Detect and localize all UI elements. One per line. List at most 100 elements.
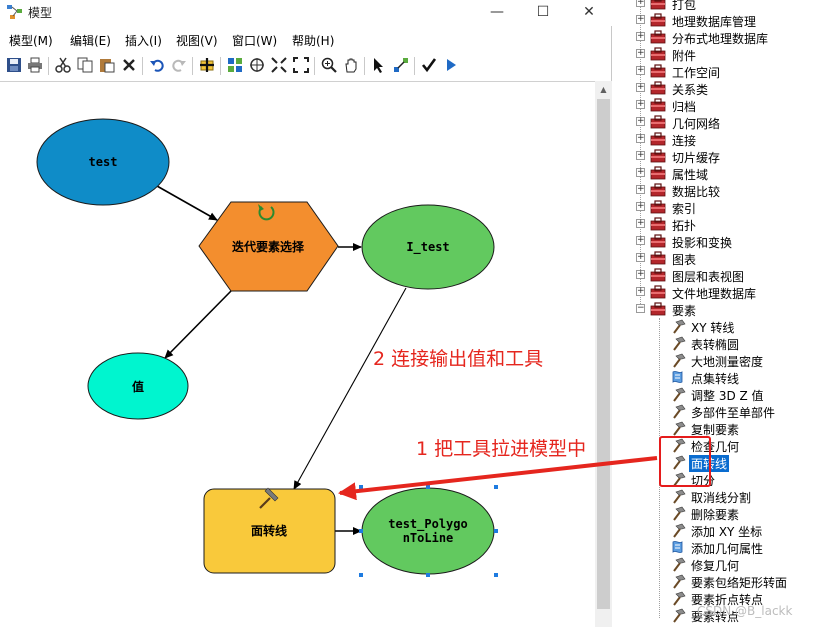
toolset-row[interactable]: + 几何网络 [612,114,814,131]
title-bar[interactable]: 模型 — ☐ ✕ [0,0,612,26]
menu-view[interactable]: 视图(V) [176,32,218,49]
tool-row[interactable]: 切分 [612,471,814,488]
expand-icon[interactable]: + [636,219,645,228]
zoom-in-icon[interactable] [318,54,340,76]
close-button[interactable]: ✕ [566,0,612,26]
toolset-row[interactable]: + 数据比较 [612,182,814,199]
tool-row[interactable]: 多部件至单部件 [612,403,814,420]
expand-icon[interactable]: + [636,270,645,279]
connector-test-to-iterator[interactable] [156,185,218,221]
tool-row[interactable]: 大地测量密度 [612,352,814,369]
expand-icon[interactable]: + [636,185,645,194]
pan-icon[interactable] [340,54,362,76]
select-icon[interactable] [368,54,390,76]
menu-window[interactable]: 窗口(W) [232,32,277,49]
tool-row[interactable]: 表转椭圆 [612,335,814,352]
tool-row[interactable]: 要素包络矩形转面 [612,573,814,590]
toolset-row[interactable]: + 图表 [612,250,814,267]
expand-icon[interactable]: + [636,236,645,245]
expand-icon[interactable]: + [636,0,645,7]
toolset-row[interactable]: + 属性域 [612,165,814,182]
tool-row[interactable]: 删除要素 [612,505,814,522]
delete-icon[interactable] [118,54,140,76]
expand-icon[interactable]: + [636,15,645,24]
redo-icon[interactable] [168,54,190,76]
full-extent-icon[interactable] [246,54,268,76]
expand-icon[interactable]: + [636,117,645,126]
node-tool-polygon-to-line[interactable]: 面转线 [203,487,336,574]
toolbox-icon [650,132,666,146]
toolset-row[interactable]: + 拓扑 [612,216,814,233]
print-icon[interactable] [24,54,46,76]
validate-icon[interactable] [418,54,440,76]
node-input-test[interactable]: test [36,118,170,206]
toolset-row[interactable]: − 要素 [612,301,814,318]
menu-insert[interactable]: 插入(I) [125,32,162,49]
expand-icon[interactable]: + [636,253,645,262]
tool-row[interactable]: 复制要素 [612,420,814,437]
tool-row[interactable]: XY 转线 [612,318,814,335]
expand-icon[interactable]: + [636,100,645,109]
menu-help[interactable]: 帮助(H) [292,32,334,49]
node-output-itest[interactable]: I_test [361,204,495,290]
tool-row[interactable]: 点集转线 [612,369,814,386]
maximize-button[interactable]: ☐ [520,0,566,26]
toolbox-icon [650,30,666,44]
tool-row[interactable]: 检查几何 [612,437,814,454]
toolset-row[interactable]: + 工作空间 [612,63,814,80]
save-icon[interactable] [3,54,25,76]
toolset-row[interactable]: + 图层和表视图 [612,267,814,284]
toolbar-separator [414,57,415,75]
expand-icon[interactable]: + [636,134,645,143]
expand-icon[interactable]: + [636,202,645,211]
expand-icon[interactable]: + [636,287,645,296]
node-output-polygon-to-line[interactable]: test_Polygo nToLine [359,485,498,577]
run-icon[interactable] [440,54,462,76]
paste-icon[interactable] [96,54,118,76]
toolset-row[interactable]: + 投影和变换 [612,233,814,250]
auto-layout-icon[interactable] [224,54,246,76]
toolset-row[interactable]: + 归档 [612,97,814,114]
tool-row[interactable]: 修复几何 [612,556,814,573]
expand-icon[interactable]: + [636,32,645,41]
tool-row[interactable]: 面转线 [612,454,814,472]
expand-icon[interactable]: + [636,49,645,58]
toolset-row[interactable]: + 切片缓存 [612,148,814,165]
copy-icon[interactable] [74,54,96,76]
node-iterator[interactable]: 迭代要素选择 [198,201,339,292]
toolset-row[interactable]: + 连接 [612,131,814,148]
scrollbar-thumb[interactable] [597,99,610,609]
expand-icon[interactable]: + [636,168,645,177]
tool-row[interactable]: 调整 3D Z 值 [612,386,814,403]
toolset-row[interactable]: + 分布式地理数据库 [612,29,814,46]
toolset-row[interactable]: + 关系类 [612,80,814,97]
expand-icon[interactable]: + [636,83,645,92]
tool-label: 取消线分割 [691,491,752,505]
zoom-fit-icon[interactable] [268,54,290,76]
menu-edit[interactable]: 编辑(E) [70,32,111,49]
menu-model[interactable]: 模型(M) [9,32,53,49]
node-output-value[interactable]: 值 [87,352,189,420]
expand-icon[interactable]: + [636,151,645,160]
minimize-button[interactable]: — [474,0,520,26]
undo-icon[interactable] [146,54,168,76]
connect-icon[interactable] [390,54,412,76]
toolset-row[interactable]: + 附件 [612,46,814,63]
tool-row[interactable]: 添加 XY 坐标 [612,522,814,539]
vertical-scrollbar[interactable]: ▲ [595,81,612,627]
tool-row[interactable]: 添加几何属性 [612,539,814,556]
scroll-up-icon[interactable]: ▲ [595,81,612,98]
expand-icon[interactable]: + [636,66,645,75]
connector-iterator-to-value[interactable] [164,289,233,359]
add-data-icon[interactable] [196,54,218,76]
toolset-row[interactable]: + 地理数据库管理 [612,12,814,29]
collapse-icon[interactable]: − [636,304,645,313]
toolset-row[interactable]: + 打包 [612,0,814,12]
toolset-row[interactable]: + 文件地理数据库 [612,284,814,301]
connector-itest-to-tool[interactable] [293,287,407,490]
fixed-zoom-icon[interactable] [290,54,312,76]
cut-icon[interactable] [52,54,74,76]
tool-row[interactable]: 取消线分割 [612,488,814,505]
toolset-row[interactable]: + 索引 [612,199,814,216]
toolset-label: 图表 [672,253,697,267]
